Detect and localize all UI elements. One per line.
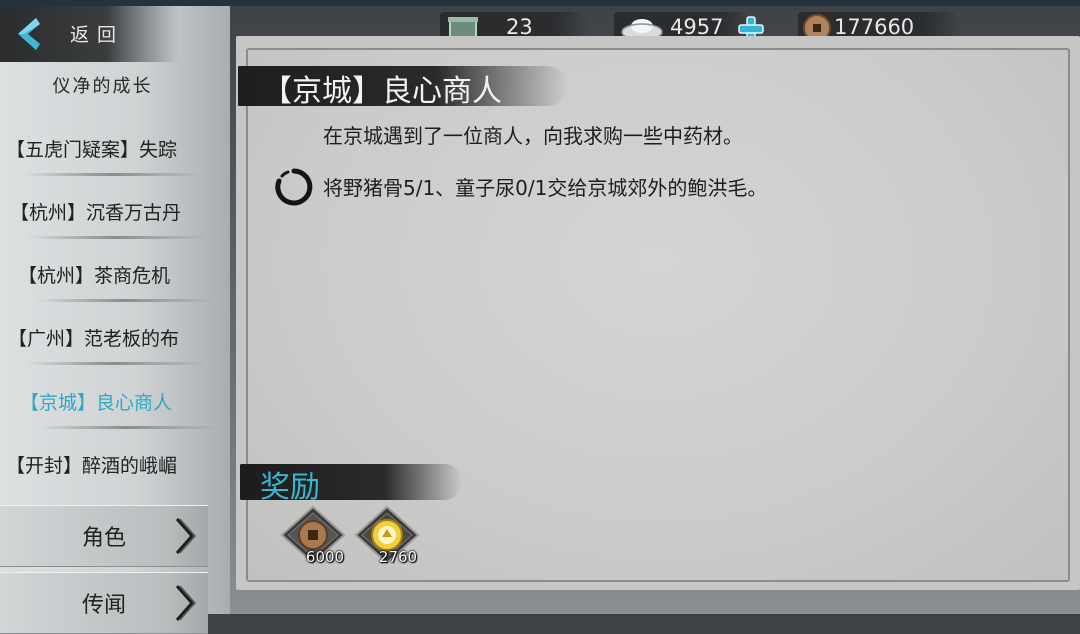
quest-item-hangzhou-tea[interactable]: 【杭州】茶商危机 — [18, 256, 230, 302]
quest-item-guangzhou-cloth[interactable]: 【广州】范老板的布 — [8, 319, 220, 365]
quest-label: 【五虎门疑案】失踪 — [6, 139, 178, 161]
quest-item-wuhumen[interactable]: 【五虎门疑案】失踪 — [6, 130, 218, 176]
quest-label: 【杭州】沉香万古丹 — [10, 202, 182, 224]
section-title: 仪净的成长 — [52, 76, 153, 97]
quest-label: 【开封】醉酒的峨嵋 — [6, 455, 178, 477]
objective-progress-icon — [275, 168, 313, 206]
quest-label: 【广州】范老板的布 — [8, 328, 180, 350]
quest-label: 【杭州】茶商危机 — [18, 265, 171, 287]
category-button-character[interactable]: 角色 — [0, 505, 208, 567]
divider — [36, 299, 214, 302]
quest-item-hangzhou-chenxiang[interactable]: 【杭州】沉香万古丹 — [10, 193, 222, 239]
quest-label: 【京城】良心商人 — [20, 392, 173, 414]
divider — [28, 236, 206, 239]
quest-title: 【京城】良心商人 — [262, 74, 502, 109]
category-button-rumors[interactable]: 传闻 — [0, 572, 208, 634]
divider — [24, 173, 202, 176]
quest-objective: 将野猪骨5/1、童子尿0/1交给京城郊外的鲍洪毛。 — [323, 176, 768, 200]
back-label: 返回 — [70, 24, 125, 46]
quest-item-kaifeng-emei[interactable]: 【开封】醉酒的峨嵋 — [6, 446, 218, 486]
quest-sidebar: 返回 仪净的成长 【五虎门疑案】失踪 【杭州】沉香万古丹 【杭州】茶商危机 【广… — [0, 6, 232, 634]
divider — [38, 426, 216, 429]
quest-description: 在京城遇到了一位商人，向我求购一些中药材。 — [323, 124, 743, 148]
back-button[interactable]: 返回 — [0, 6, 178, 62]
reward-title: 奖励 — [260, 470, 320, 505]
reward-value: 6000 — [305, 548, 345, 566]
chevron-right-icon — [175, 585, 196, 621]
quest-item-jingcheng-merchant[interactable]: 【京城】良心商人 — [20, 383, 232, 429]
back-arrow-icon — [18, 18, 40, 50]
chevron-right-icon — [175, 518, 196, 554]
divider — [26, 362, 204, 365]
reward-value: 2760 — [378, 548, 418, 566]
